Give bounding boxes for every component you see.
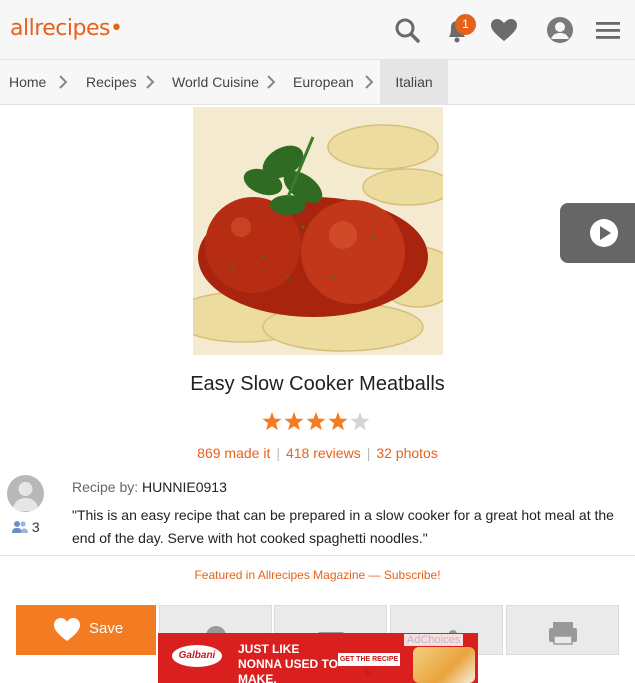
star-filled-icon[interactable] — [262, 412, 282, 431]
heart-icon — [53, 617, 81, 647]
made-it-link[interactable]: 869 made it — [197, 445, 270, 461]
user-icon[interactable] — [544, 14, 576, 46]
breadcrumb-home[interactable]: Home — [9, 60, 46, 104]
breadcrumb-current-italian[interactable]: Italian — [380, 60, 448, 104]
breadcrumb-european[interactable]: European — [293, 60, 354, 104]
breadcrumb-world-cuisine[interactable]: World Cuisine — [172, 60, 259, 104]
recipe-photo[interactable] — [193, 107, 443, 355]
recipe-author: Recipe by: HUNNIE0913 — [72, 479, 227, 495]
recipe-stats: 869 made it | 418 reviews | 32 photos — [0, 445, 635, 461]
star-empty-icon[interactable] — [350, 412, 370, 431]
chevron-right-icon — [58, 74, 68, 90]
star-filled-icon[interactable] — [328, 412, 348, 431]
star-filled-icon[interactable] — [306, 412, 326, 431]
ad-headline: JUST LIKE NONNA USED TO MAKE. — [238, 642, 339, 683]
ad-cta-button[interactable]: GET THE RECIPE ▶ — [338, 653, 400, 676]
chevron-right-icon — [364, 74, 374, 90]
followers-number: 3 — [31, 519, 40, 535]
save-button[interactable]: Save — [16, 605, 156, 655]
top-navigation-bar: allrecipes• 1 — [0, 0, 635, 60]
recipe-description: "This is an easy recipe that can be prep… — [72, 507, 614, 546]
recipe-by-label: Recipe by: — [72, 479, 139, 495]
heart-icon[interactable] — [488, 14, 520, 46]
featured-magazine-link[interactable]: Featured in Allrecipes Magazine — Subscr… — [0, 568, 635, 582]
breadcrumb: Home Recipes World Cuisine European Ital… — [0, 60, 635, 105]
save-button-label: Save — [89, 620, 124, 637]
star-filled-icon[interactable] — [284, 412, 304, 431]
stats-separator: | — [276, 445, 280, 461]
allrecipes-logo[interactable]: allrecipes• — [10, 16, 123, 41]
print-button[interactable] — [506, 605, 619, 655]
advertisement-banner[interactable]: Galbani JUST LIKE NONNA USED TO MAKE. GE… — [158, 633, 478, 683]
recipe-summary: Easy Slow Cooker Meatballs 869 made it | 4… — [0, 105, 635, 595]
stats-separator: | — [366, 445, 371, 461]
print-icon — [549, 622, 577, 645]
chevron-right-icon — [145, 74, 155, 90]
followers-count[interactable]: 3 — [12, 519, 40, 535]
followers-icon — [12, 521, 28, 533]
recipe-title: Easy Slow Cooker Meatballs — [190, 373, 445, 395]
author-avatar[interactable] — [7, 475, 44, 512]
reviews-link[interactable]: 418 reviews — [286, 445, 361, 461]
logo-text: allrecipes — [10, 16, 110, 41]
ad-brand-logo: Galbani — [172, 645, 222, 667]
photos-link[interactable]: 32 photos — [376, 445, 438, 461]
chevron-right-icon — [266, 74, 276, 90]
logo-spoon-icon: • — [109, 16, 123, 41]
divider — [0, 555, 635, 556]
author-name-link[interactable]: HUNNIE0913 — [142, 479, 227, 495]
search-icon[interactable] — [391, 14, 423, 46]
ad-choices-link[interactable]: AdChoices — [404, 634, 464, 646]
notification-badge[interactable]: 1 — [455, 14, 476, 35]
ad-product-image — [413, 647, 475, 683]
rating-stars[interactable] — [261, 412, 371, 432]
menu-icon[interactable] — [592, 14, 624, 46]
watch-video-tab[interactable] — [560, 203, 635, 263]
breadcrumb-recipes[interactable]: Recipes — [86, 60, 137, 104]
